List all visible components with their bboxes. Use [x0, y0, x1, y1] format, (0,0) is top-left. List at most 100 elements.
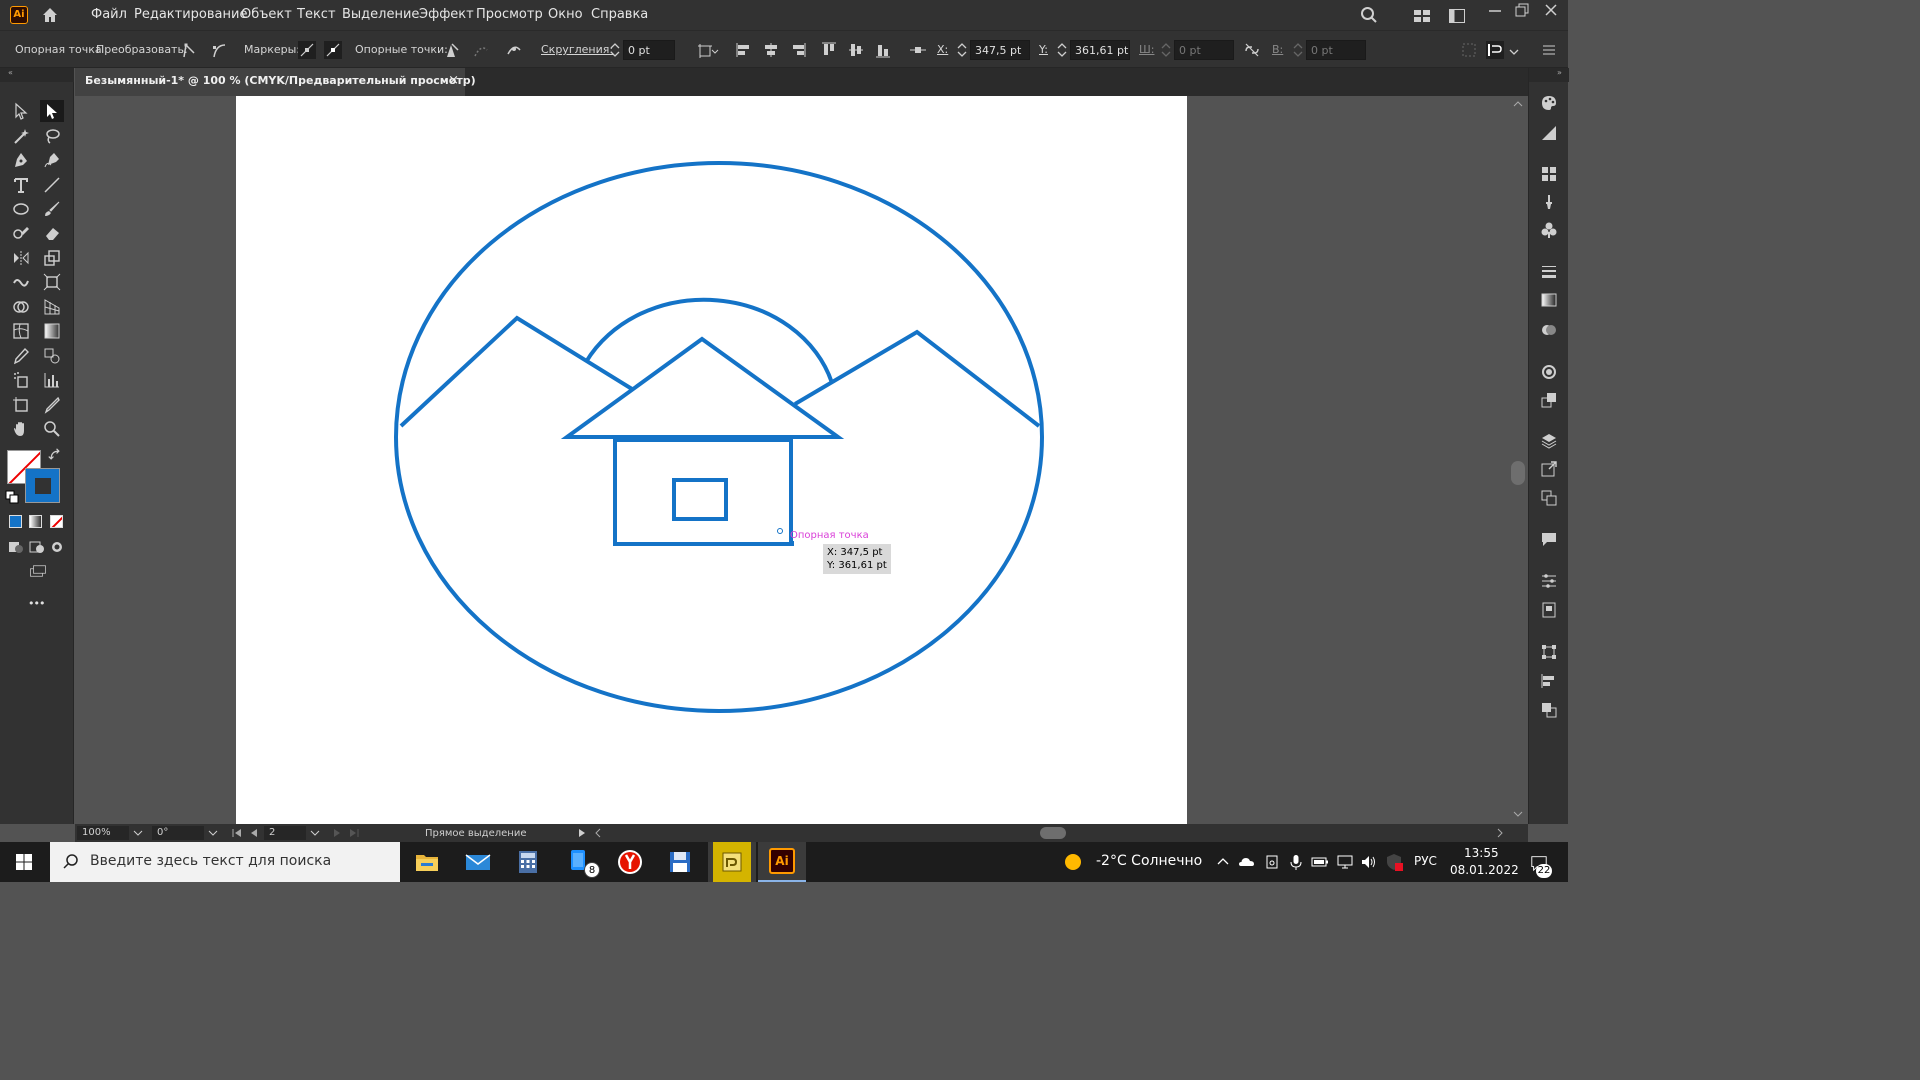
- stroke-swatch[interactable]: [25, 468, 60, 503]
- sun-arc[interactable]: [584, 297, 834, 384]
- magic-wand-tool-icon[interactable]: [12, 127, 30, 145]
- left-mountain[interactable]: [399, 315, 634, 428]
- hide-handles-icon[interactable]: [324, 41, 342, 59]
- taskbar-explorer[interactable]: [403, 842, 451, 882]
- selected-anchor-point[interactable]: [789, 541, 794, 546]
- scale-tool-icon[interactable]: [43, 249, 61, 267]
- shaper-tool-icon[interactable]: [12, 224, 30, 242]
- swap-fill-stroke-icon[interactable]: [48, 448, 62, 462]
- arrange-documents-icon[interactable]: [1448, 7, 1466, 25]
- transform-panel-icon[interactable]: [1540, 643, 1558, 661]
- vertical-scrollbar[interactable]: [1508, 96, 1528, 824]
- network-icon[interactable]: [1336, 853, 1354, 871]
- draw-behind-icon[interactable]: [28, 538, 46, 556]
- align-top-icon[interactable]: [820, 41, 838, 59]
- none-mode-button[interactable]: [50, 515, 63, 528]
- stroke-panel-icon[interactable]: [1540, 263, 1558, 281]
- panel-options-icon[interactable]: [1486, 41, 1504, 59]
- y-input[interactable]: 361,61 pt: [1070, 40, 1130, 60]
- paintbrush-tool-icon[interactable]: [43, 200, 61, 218]
- symbols-panel-icon[interactable]: [1540, 221, 1558, 239]
- graphic-styles-icon[interactable]: [1540, 391, 1558, 409]
- align-bottom-icon[interactable]: [874, 41, 892, 59]
- rotation-field[interactable]: 0°: [152, 826, 204, 840]
- asset-export-icon[interactable]: [1540, 460, 1558, 478]
- align-vcenter-icon[interactable]: [847, 41, 865, 59]
- pathfinder-panel-icon[interactable]: [1540, 701, 1558, 719]
- artboards-panel-icon[interactable]: [1540, 489, 1558, 507]
- direct-selection-tool-icon[interactable]: [40, 100, 64, 122]
- lasso-tool-icon[interactable]: [43, 127, 61, 145]
- default-fill-stroke-icon[interactable]: [5, 490, 19, 504]
- microphone-icon[interactable]: [1287, 853, 1305, 871]
- curvature-tool-icon[interactable]: [43, 151, 61, 169]
- battery-icon[interactable]: [1311, 853, 1329, 871]
- align-left-icon[interactable]: [735, 41, 753, 59]
- artboard-dropdown-icon[interactable]: [308, 824, 322, 842]
- selection-tool-icon[interactable]: [12, 102, 30, 120]
- constrain-proportions-icon[interactable]: [1243, 41, 1261, 59]
- taskbar-floppy-app[interactable]: [656, 842, 704, 882]
- scroll-down-icon[interactable]: [1510, 806, 1526, 822]
- artboard-number-field[interactable]: 2: [264, 826, 306, 840]
- brushes-panel-icon[interactable]: [1540, 193, 1558, 211]
- taskbar-calculator[interactable]: [504, 842, 552, 882]
- artboard[interactable]: Опорная точка X: 347,5 pt Y: 361,61 pt: [236, 96, 1187, 824]
- corners-input[interactable]: 0 pt: [623, 40, 675, 60]
- shape-builder-tool-icon[interactable]: [12, 298, 30, 316]
- close-tab-icon[interactable]: ×: [448, 73, 459, 88]
- dock-grip[interactable]: »: [1529, 68, 1569, 82]
- properties-panel-icon[interactable]: [1540, 572, 1558, 590]
- swatches-panel-icon[interactable]: [1540, 165, 1558, 183]
- convert-corner-icon[interactable]: [180, 41, 198, 59]
- weather-sun-icon[interactable]: [1064, 853, 1082, 871]
- windows-start-icon[interactable]: [15, 853, 33, 871]
- tools-panel-grip[interactable]: «: [0, 68, 74, 82]
- ellipse-tool-icon[interactable]: [12, 200, 30, 218]
- warp-tool-icon[interactable]: [12, 273, 30, 291]
- artboard-tool-icon[interactable]: [12, 396, 30, 414]
- menu-select[interactable]: Выделение: [342, 7, 419, 22]
- first-artboard-icon[interactable]: [230, 824, 244, 842]
- hscroll-right-icon[interactable]: [1495, 824, 1505, 842]
- libraries-panel-icon[interactable]: [1540, 601, 1558, 619]
- symbol-sprayer-tool-icon[interactable]: [12, 371, 30, 389]
- menu-type[interactable]: Текст: [297, 7, 336, 22]
- line-segment-tool-icon[interactable]: [43, 176, 61, 194]
- prev-artboard-icon[interactable]: [247, 824, 261, 842]
- device-icon[interactable]: [1263, 853, 1281, 871]
- gradient-tool-icon[interactable]: [43, 322, 61, 340]
- tray-expand-icon[interactable]: [1214, 853, 1232, 871]
- x-input[interactable]: 347,5 pt: [970, 40, 1030, 60]
- workspace-icon[interactable]: [1413, 7, 1431, 25]
- weather-text[interactable]: -2°C Солнечно: [1096, 853, 1202, 869]
- taskbar-viewer-app[interactable]: [708, 842, 756, 882]
- scroll-thumb[interactable]: [1511, 461, 1525, 485]
- app-logo[interactable]: Ai: [10, 6, 28, 24]
- zoom-level-field[interactable]: 100%: [77, 826, 129, 840]
- panel-menu-icon[interactable]: [1540, 41, 1558, 59]
- minimize-icon[interactable]: [1486, 2, 1504, 20]
- screen-mode-icon[interactable]: [26, 562, 50, 580]
- document-tab[interactable]: Безымянный-1* @ 100 % (CMYK/Предваритель…: [75, 68, 476, 96]
- taskbar-mail[interactable]: [454, 842, 502, 882]
- taskbar-search-box[interactable]: Введите здесь текст для поиска: [50, 842, 400, 882]
- color-guide-icon[interactable]: [1540, 124, 1558, 142]
- menu-edit[interactable]: Редактирование: [134, 7, 247, 22]
- y-stepper-icon[interactable]: [1053, 41, 1071, 59]
- taskbar-illustrator[interactable]: Ai: [758, 842, 806, 882]
- draw-inside-icon[interactable]: [48, 538, 66, 556]
- horizontal-scroll-thumb[interactable]: [1040, 827, 1066, 839]
- language-indicator[interactable]: РУС: [1414, 854, 1437, 868]
- close-window-icon[interactable]: [1542, 1, 1560, 19]
- color-mode-button[interactable]: [9, 515, 22, 528]
- status-menu-arrow-icon[interactable]: [575, 824, 589, 842]
- menu-file[interactable]: Файл: [91, 7, 127, 22]
- comments-panel-icon[interactable]: [1540, 530, 1558, 548]
- clock-date[interactable]: 08.01.2022: [1450, 863, 1519, 877]
- rotation-dropdown-icon[interactable]: [206, 824, 220, 842]
- chevron-down-icon[interactable]: [1508, 43, 1520, 61]
- home-icon[interactable]: [41, 6, 59, 24]
- reference-point-icon[interactable]: [909, 41, 927, 59]
- house-roof[interactable]: [560, 336, 845, 439]
